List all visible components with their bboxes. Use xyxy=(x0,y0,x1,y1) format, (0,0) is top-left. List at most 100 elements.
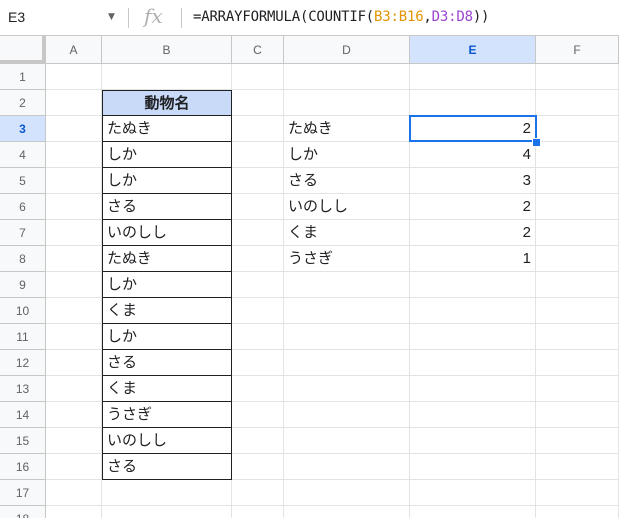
cell-e1[interactable] xyxy=(410,64,536,90)
cell-e12[interactable] xyxy=(410,350,536,376)
count-cell[interactable]: 4 xyxy=(410,142,536,168)
cell-e10[interactable] xyxy=(410,298,536,324)
cell-d13[interactable] xyxy=(284,376,410,402)
animal-name-cell[interactable]: くま xyxy=(102,376,232,402)
cell-f4[interactable] xyxy=(536,142,619,168)
unique-animal-cell[interactable]: さる xyxy=(284,168,410,194)
cell-c9[interactable] xyxy=(232,272,284,298)
cell-d14[interactable] xyxy=(284,402,410,428)
cell-e15[interactable] xyxy=(410,428,536,454)
cell-c3[interactable] xyxy=(232,116,284,142)
row-header-5[interactable]: 5 xyxy=(0,168,46,194)
cell-f5[interactable] xyxy=(536,168,619,194)
animal-name-cell[interactable]: さる xyxy=(102,194,232,220)
cell-c16[interactable] xyxy=(232,454,284,480)
cell-c11[interactable] xyxy=(232,324,284,350)
cell-c13[interactable] xyxy=(232,376,284,402)
cell-c2[interactable] xyxy=(232,90,284,116)
row-header-8[interactable]: 8 xyxy=(0,246,46,272)
chevron-down-icon[interactable]: ▼ xyxy=(108,12,115,22)
row-header-17[interactable]: 17 xyxy=(0,480,46,506)
cell-b17[interactable] xyxy=(102,480,232,506)
row-header-13[interactable]: 13 xyxy=(0,376,46,402)
fill-handle[interactable] xyxy=(532,138,541,147)
cell-c18[interactable] xyxy=(232,506,284,518)
cell-e11[interactable] xyxy=(410,324,536,350)
column-header-f[interactable]: F xyxy=(536,36,619,64)
cell-d1[interactable] xyxy=(284,64,410,90)
cell-c17[interactable] xyxy=(232,480,284,506)
column-header-a[interactable]: A xyxy=(46,36,102,64)
unique-animal-cell[interactable]: しか xyxy=(284,142,410,168)
unique-animal-cell[interactable]: くま xyxy=(284,220,410,246)
cell-f18[interactable] xyxy=(536,506,619,518)
cell-a17[interactable] xyxy=(46,480,102,506)
cell-f9[interactable] xyxy=(536,272,619,298)
cell-f10[interactable] xyxy=(536,298,619,324)
cell-f12[interactable] xyxy=(536,350,619,376)
cell-d9[interactable] xyxy=(284,272,410,298)
cell-a5[interactable] xyxy=(46,168,102,194)
animal-name-cell[interactable]: しか xyxy=(102,272,232,298)
cell-a12[interactable] xyxy=(46,350,102,376)
cell-e2[interactable] xyxy=(410,90,536,116)
cell-d2[interactable] xyxy=(284,90,410,116)
cell-a18[interactable] xyxy=(46,506,102,518)
cell-e13[interactable] xyxy=(410,376,536,402)
name-box[interactable]: E3 ▼ xyxy=(0,0,128,35)
cell-a8[interactable] xyxy=(46,246,102,272)
animal-name-cell[interactable]: しか xyxy=(102,324,232,350)
row-header-11[interactable]: 11 xyxy=(0,324,46,350)
row-header-18[interactable]: 18 xyxy=(0,506,46,518)
cell-d10[interactable] xyxy=(284,298,410,324)
cell-c10[interactable] xyxy=(232,298,284,324)
unique-animal-cell[interactable]: うさぎ xyxy=(284,246,410,272)
count-cell[interactable]: 2 xyxy=(410,116,536,142)
cell-f3[interactable] xyxy=(536,116,619,142)
animal-name-cell[interactable]: たぬき xyxy=(102,116,232,142)
animal-name-cell[interactable]: うさぎ xyxy=(102,402,232,428)
cell-b1[interactable] xyxy=(102,64,232,90)
row-header-10[interactable]: 10 xyxy=(0,298,46,324)
cell-a9[interactable] xyxy=(46,272,102,298)
cell-f15[interactable] xyxy=(536,428,619,454)
cell-a4[interactable] xyxy=(46,142,102,168)
cell-a10[interactable] xyxy=(46,298,102,324)
cell-a11[interactable] xyxy=(46,324,102,350)
cell-e14[interactable] xyxy=(410,402,536,428)
cell-a13[interactable] xyxy=(46,376,102,402)
column-header-b[interactable]: B xyxy=(102,36,232,64)
animal-name-cell[interactable]: たぬき xyxy=(102,246,232,272)
row-header-12[interactable]: 12 xyxy=(0,350,46,376)
animal-name-cell[interactable]: いのしし xyxy=(102,220,232,246)
cell-f16[interactable] xyxy=(536,454,619,480)
column-header-d[interactable]: D xyxy=(284,36,410,64)
column-header-c[interactable]: C xyxy=(232,36,284,64)
cell-f11[interactable] xyxy=(536,324,619,350)
select-all-corner[interactable] xyxy=(0,36,46,64)
spreadsheet-grid[interactable]: ABCDEF123456789101112131415161718動物名たぬきし… xyxy=(0,36,619,518)
cell-e9[interactable] xyxy=(410,272,536,298)
cell-f17[interactable] xyxy=(536,480,619,506)
cell-a15[interactable] xyxy=(46,428,102,454)
cell-a1[interactable] xyxy=(46,64,102,90)
cell-d11[interactable] xyxy=(284,324,410,350)
cell-f13[interactable] xyxy=(536,376,619,402)
cell-a6[interactable] xyxy=(46,194,102,220)
unique-animal-cell[interactable]: いのしし xyxy=(284,194,410,220)
row-header-9[interactable]: 9 xyxy=(0,272,46,298)
cell-d15[interactable] xyxy=(284,428,410,454)
cell-f2[interactable] xyxy=(536,90,619,116)
row-header-16[interactable]: 16 xyxy=(0,454,46,480)
cell-f6[interactable] xyxy=(536,194,619,220)
row-header-14[interactable]: 14 xyxy=(0,402,46,428)
row-header-7[interactable]: 7 xyxy=(0,220,46,246)
count-cell[interactable]: 3 xyxy=(410,168,536,194)
cell-c4[interactable] xyxy=(232,142,284,168)
cell-e16[interactable] xyxy=(410,454,536,480)
cell-a7[interactable] xyxy=(46,220,102,246)
column-header-e[interactable]: E xyxy=(410,36,536,64)
row-header-6[interactable]: 6 xyxy=(0,194,46,220)
formula-input[interactable]: =ARRAYFORMULA(COUNTIF(B3:B16,D3:D8)) xyxy=(193,9,489,25)
cell-b18[interactable] xyxy=(102,506,232,518)
